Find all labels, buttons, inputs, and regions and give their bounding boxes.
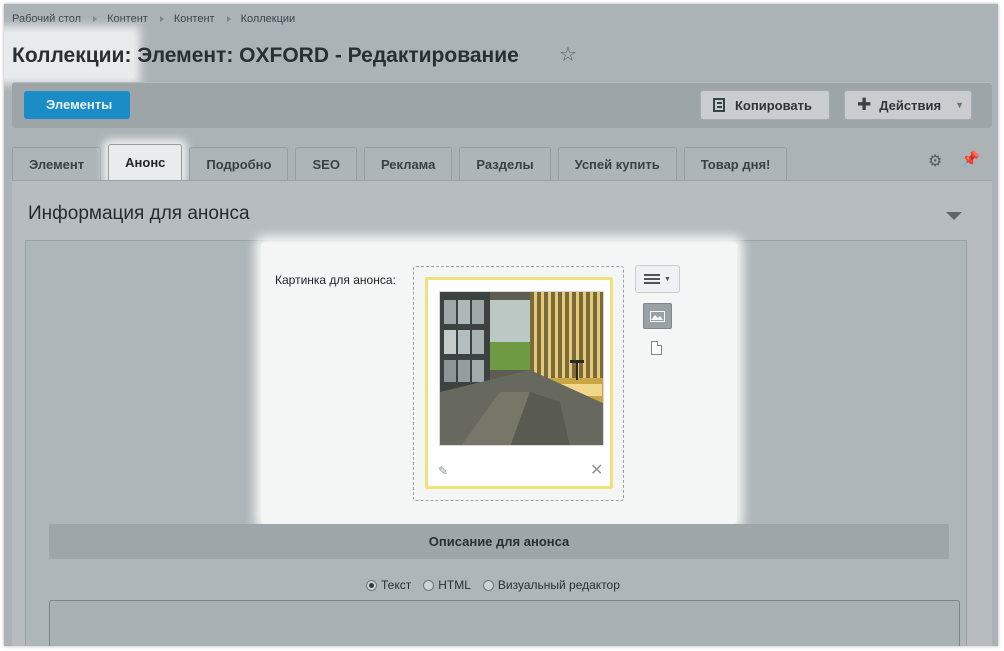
elements-back-button[interactable]: Элементы: [24, 91, 131, 119]
format-option-html-label: HTML: [438, 578, 471, 592]
pin-icon[interactable]: 📌: [961, 150, 980, 168]
format-option-html[interactable]: HTML: [423, 578, 471, 592]
title-row: Коллекции: Элемент: OXFORD - Редактирова…: [4, 34, 519, 78]
tab-product-of-day[interactable]: Товар дня!: [683, 147, 788, 180]
description-header: Описание для анонса: [49, 524, 949, 559]
close-icon[interactable]: ✕: [590, 460, 603, 480]
picture-label: Картинка для анонса:: [275, 273, 396, 287]
copy-button-label: Копировать: [735, 97, 813, 113]
star-icon[interactable]: ☆: [559, 45, 577, 65]
image-mode-button[interactable]: [643, 303, 672, 329]
pencil-icon[interactable]: ✎: [438, 464, 448, 478]
tab-bar: Элемент Анонс Подробно SEO Реклама Разде…: [12, 144, 794, 180]
format-option-visual-label: Визуальный редактор: [497, 578, 620, 592]
radio-icon[interactable]: [482, 579, 494, 591]
description-textarea[interactable]: [49, 600, 960, 646]
radio-selected-icon[interactable]: [366, 579, 377, 591]
preview-image[interactable]: [439, 291, 604, 446]
breadcrumb: Рабочий стол Контент Контент Коллекции: [12, 12, 295, 26]
plus-icon: ✚: [857, 95, 872, 114]
format-option-text-label: Текст: [381, 578, 412, 592]
format-option-visual-editor[interactable]: Визуальный редактор: [482, 578, 620, 592]
tab-hurry-buy[interactable]: Успей купить: [557, 147, 677, 180]
breadcrumb-item-content-1[interactable]: Контент: [107, 13, 148, 25]
radio-icon[interactable]: [423, 579, 435, 591]
breadcrumb-item-content-2[interactable]: Контент: [174, 13, 215, 25]
breadcrumb-separator-icon: [226, 16, 231, 22]
chevron-down-icon: ▼: [664, 275, 671, 283]
actions-button[interactable]: ✚ Действия ▼: [844, 90, 972, 120]
breadcrumb-separator-icon: [93, 16, 98, 22]
page-title: Коллекции: Элемент: OXFORD - Редактирова…: [12, 44, 519, 67]
gear-icon[interactable]: ⚙: [928, 151, 942, 171]
format-option-text[interactable]: Текст: [366, 578, 411, 592]
toolbar: Элементы Копировать ✚ Действия ▼: [12, 82, 992, 128]
file-icon[interactable]: [651, 341, 662, 355]
tab-advertising[interactable]: Реклама: [363, 147, 453, 180]
tab-sections[interactable]: Разделы: [459, 147, 551, 180]
tab-seo[interactable]: SEO: [295, 147, 357, 180]
tab-details[interactable]: Подробно: [189, 147, 289, 180]
image-options-menu-button[interactable]: ▼: [635, 265, 680, 293]
app-window: Рабочий стол Контент Контент Коллекции К…: [4, 4, 998, 646]
tab-announce[interactable]: Анонс: [108, 144, 183, 180]
section-heading: Информация для анонса: [28, 203, 250, 224]
breadcrumb-item-collections[interactable]: Коллекции: [241, 13, 296, 25]
breadcrumb-item-desktop[interactable]: Рабочий стол: [12, 13, 81, 25]
menu-icon: [644, 274, 661, 284]
chevron-down-icon: ▼: [955, 100, 964, 110]
tab-element[interactable]: Элемент: [12, 147, 102, 180]
copy-button[interactable]: Копировать: [700, 90, 830, 120]
image-preview-card[interactable]: ✎ ✕: [425, 277, 613, 489]
image-icon: [650, 310, 665, 322]
actions-button-label: Действия: [879, 97, 942, 113]
format-options: Текст HTML Визуальный редактор: [366, 577, 632, 593]
breadcrumb-separator-icon: [159, 16, 164, 22]
copy-icon: [713, 98, 725, 112]
collapse-icon[interactable]: [946, 212, 962, 220]
